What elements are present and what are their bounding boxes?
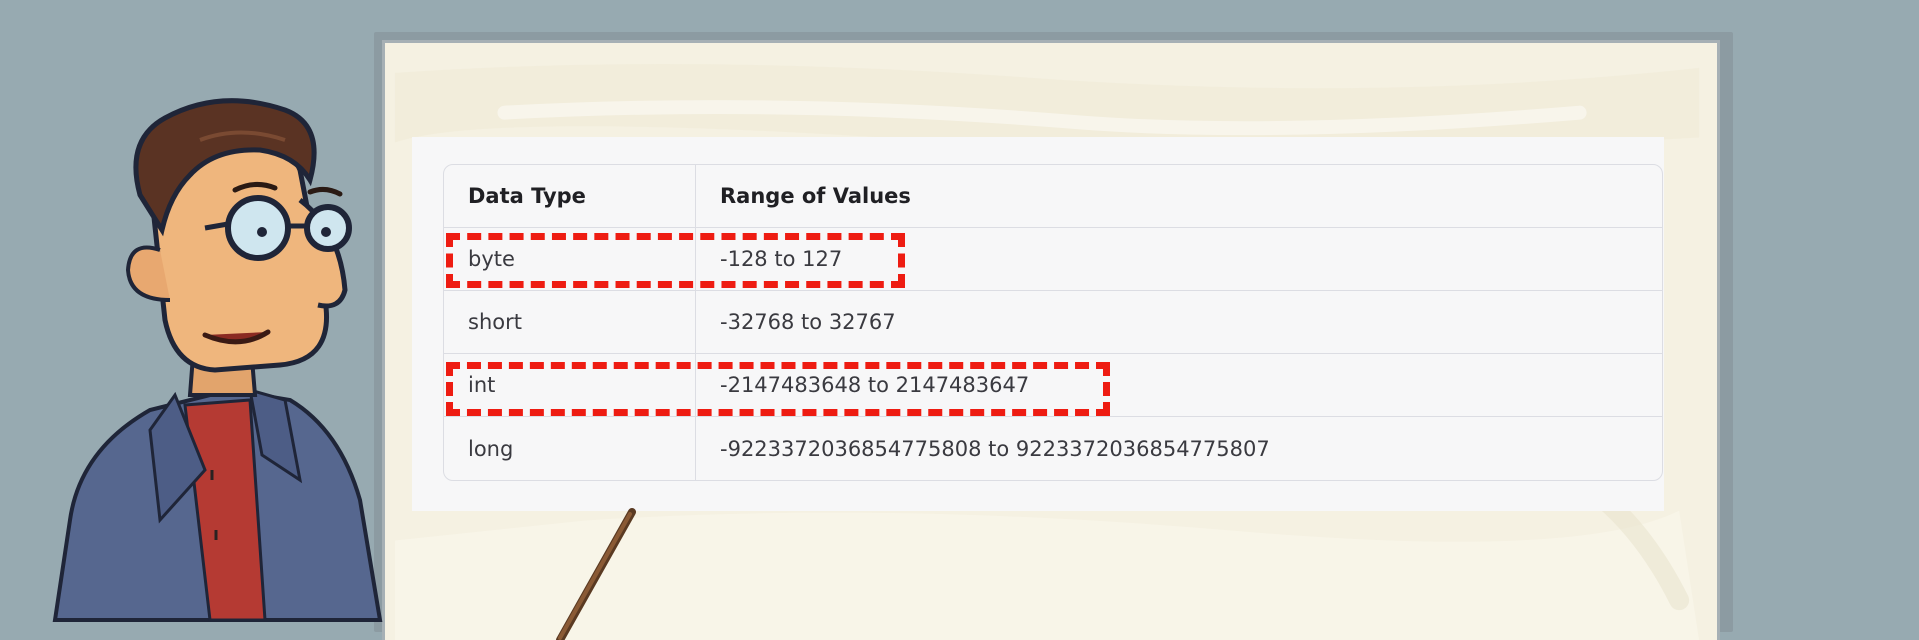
- cell-range: -128 to 127: [696, 228, 1662, 291]
- cell-range: -9223372036854775808 to 9223372036854775…: [720, 436, 1270, 461]
- cell-range: -32768 to 32767: [696, 291, 1662, 354]
- teacher-illustration: [52, 98, 636, 640]
- cell-range: -2147483648 to 2147483647: [696, 354, 1662, 417]
- header-range-of-values: Range of Values: [696, 165, 1662, 228]
